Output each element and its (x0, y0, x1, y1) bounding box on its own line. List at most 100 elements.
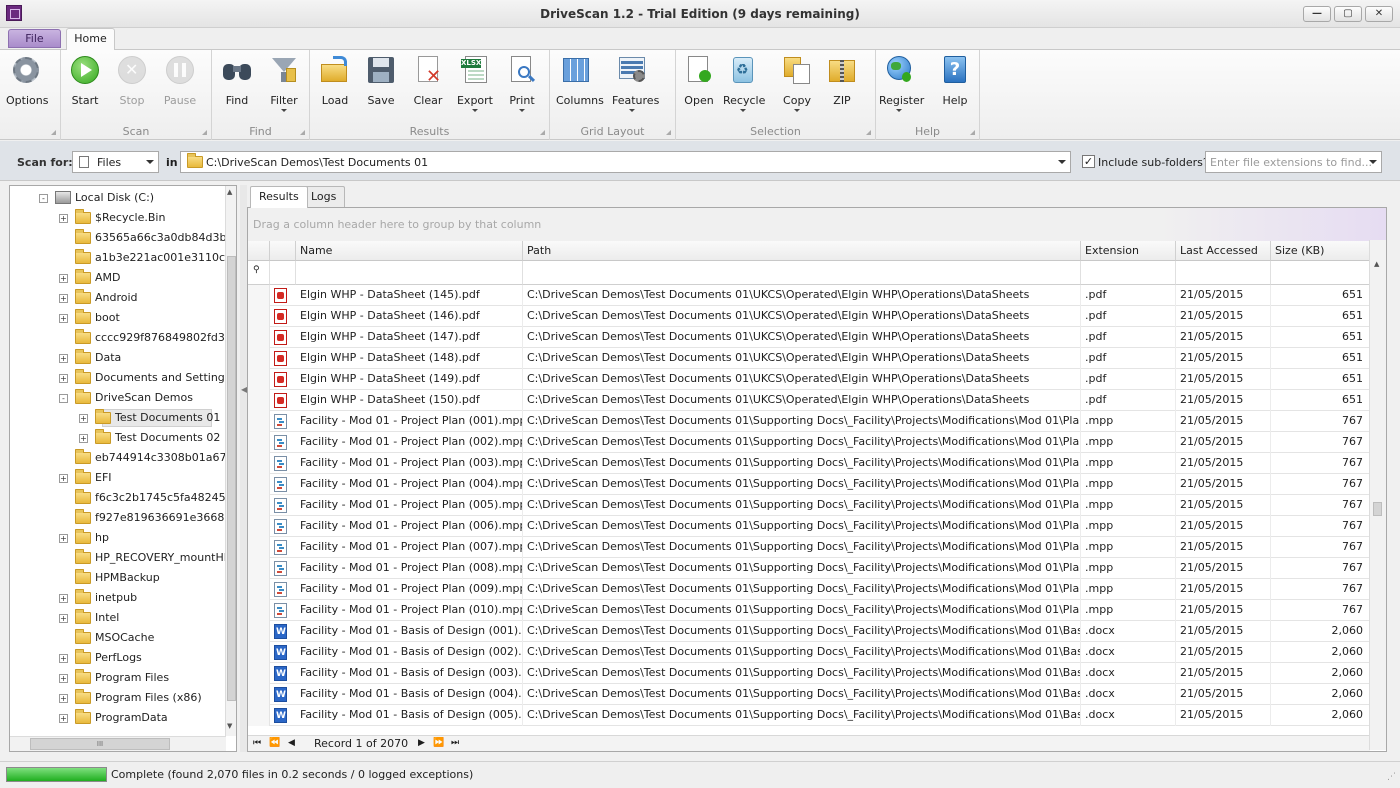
tree-node[interactable]: + hp (10, 528, 236, 548)
row-indicator[interactable] (248, 411, 270, 432)
row-indicator[interactable] (248, 663, 270, 684)
expand-icon[interactable]: + (59, 654, 68, 663)
expand-icon[interactable]: + (79, 434, 88, 443)
save-button[interactable]: Save (361, 54, 401, 107)
row-indicator[interactable] (248, 621, 270, 642)
row-indicator[interactable] (248, 327, 270, 348)
row-indicator[interactable] (248, 390, 270, 411)
grid-vertical-scrollbar[interactable]: ▲ (1369, 240, 1386, 750)
table-row[interactable]: Facility - Mod 01 - Basis of Design (002… (248, 642, 1370, 663)
tree-node[interactable]: + Program Files (10, 668, 236, 688)
row-indicator[interactable] (248, 453, 270, 474)
expand-icon[interactable]: + (59, 374, 68, 383)
options-button[interactable]: Options (6, 54, 48, 107)
dialog-launcher-icon[interactable] (866, 130, 871, 135)
column-header-last-accessed[interactable]: Last Accessed (1176, 241, 1271, 261)
tree-node[interactable]: + $Recycle.Bin (10, 208, 236, 228)
panel-splitter[interactable]: ◀ (240, 185, 247, 752)
tree-node[interactable]: HP_RECOVERY_mountHPS (10, 548, 236, 568)
table-row[interactable]: Facility - Mod 01 - Basis of Design (003… (248, 663, 1370, 684)
filter-button[interactable]: Filter (264, 54, 304, 112)
collapse-icon[interactable]: - (59, 394, 68, 403)
tree-node[interactable]: + Documents and Settings (10, 368, 236, 388)
tree-node[interactable]: + Intel (10, 608, 236, 628)
dialog-launcher-icon[interactable] (540, 130, 545, 135)
row-indicator[interactable] (248, 642, 270, 663)
tree-node[interactable]: cccc929f876849802fd35ae (10, 328, 236, 348)
export-button[interactable]: XLSX Export (455, 54, 495, 112)
tree-node[interactable]: MSOCache (10, 628, 236, 648)
column-header-path[interactable]: Path (523, 241, 1081, 261)
filter-cell-path[interactable] (523, 261, 1081, 285)
column-header-name[interactable]: Name (296, 241, 523, 261)
include-subfolders-checkbox[interactable]: ✓ (1082, 155, 1095, 168)
open-button[interactable]: Open (679, 54, 719, 107)
expand-icon[interactable]: + (59, 694, 68, 703)
prev-record-icon[interactable]: ◀ (288, 736, 295, 751)
row-indicator[interactable] (248, 474, 270, 495)
tree-node[interactable]: f927e819636691e36688 (10, 508, 236, 528)
scan-type-select[interactable]: Files (72, 151, 159, 173)
expand-icon[interactable]: + (59, 274, 68, 283)
table-row[interactable]: Facility - Mod 01 - Project Plan (002).m… (248, 432, 1370, 453)
tree-node[interactable]: + Data (10, 348, 236, 368)
row-indicator[interactable] (248, 579, 270, 600)
tree-node[interactable]: + inetpub (10, 588, 236, 608)
table-row[interactable]: Elgin WHP - DataSheet (145).pdf C:\DriveS… (248, 285, 1370, 306)
tree-node[interactable]: + Test Documents 02 (10, 428, 236, 448)
stop-button[interactable]: ✕ Stop (112, 54, 152, 107)
tree-node[interactable]: + PerfLogs (10, 648, 236, 668)
row-indicator[interactable] (248, 684, 270, 705)
table-row[interactable]: Elgin WHP - DataSheet (148).pdf C:\DriveS… (248, 348, 1370, 369)
filter-cell-size[interactable] (1271, 261, 1370, 285)
expand-icon[interactable]: + (59, 674, 68, 683)
expand-icon[interactable]: + (59, 294, 68, 303)
column-header-size[interactable]: Size (KB) (1271, 241, 1370, 261)
scroll-thumb[interactable] (227, 256, 236, 701)
group-panel[interactable]: Drag a column header here to group by th… (248, 208, 1386, 241)
row-indicator[interactable] (248, 306, 270, 327)
file-tab[interactable]: File (8, 29, 61, 48)
table-row[interactable]: Facility - Mod 01 - Project Plan (010).m… (248, 600, 1370, 621)
row-indicator[interactable] (248, 705, 270, 726)
load-button[interactable]: Load (315, 54, 355, 107)
collapse-icon[interactable]: - (39, 194, 48, 203)
scroll-thumb[interactable]: III (30, 738, 170, 750)
tree-vertical-scrollbar[interactable]: ▲ ▼ (225, 186, 236, 736)
print-button[interactable]: Print (502, 54, 542, 112)
maximize-button[interactable]: ▢ (1334, 6, 1362, 22)
dialog-launcher-icon[interactable] (666, 130, 671, 135)
row-indicator[interactable] (248, 369, 270, 390)
tree-horizontal-scrollbar[interactable]: III (10, 736, 226, 751)
table-row[interactable]: Facility - Mod 01 - Project Plan (001).m… (248, 411, 1370, 432)
row-indicator[interactable] (248, 537, 270, 558)
features-button[interactable]: Features (612, 54, 659, 112)
tree-node[interactable]: HPMBackup (10, 568, 236, 588)
row-indicator[interactable] (248, 285, 270, 306)
table-row[interactable]: Facility - Mod 01 - Project Plan (005).m… (248, 495, 1370, 516)
columns-button[interactable]: Columns (556, 54, 604, 107)
expand-icon[interactable]: + (59, 474, 68, 483)
table-row[interactable]: Facility - Mod 01 - Basis of Design (005… (248, 705, 1370, 726)
minimize-button[interactable]: — (1303, 6, 1331, 22)
tree-node[interactable]: - Local Disk (C:) (10, 188, 236, 208)
copy-button[interactable]: Copy (777, 54, 817, 112)
path-input[interactable]: C:\DriveScan Demos\Test Documents 01 (180, 151, 1071, 173)
expand-icon[interactable]: + (59, 354, 68, 363)
expand-icon[interactable]: + (79, 414, 88, 423)
row-indicator[interactable] (248, 558, 270, 579)
home-tab[interactable]: Home (66, 28, 115, 50)
tree-node[interactable]: + Test Documents 01 (10, 408, 236, 428)
table-row[interactable]: Facility - Mod 01 - Project Plan (008).m… (248, 558, 1370, 579)
pause-button[interactable]: Pause (160, 54, 200, 107)
expand-icon[interactable]: + (59, 714, 68, 723)
tree-node[interactable]: eb744914c3308b01a679ff (10, 448, 236, 468)
expand-icon[interactable]: + (59, 314, 68, 323)
table-row[interactable]: Facility - Mod 01 - Project Plan (007).m… (248, 537, 1370, 558)
tree-node[interactable]: + boot (10, 308, 236, 328)
row-indicator[interactable] (248, 600, 270, 621)
tree-node[interactable]: - DriveScan Demos (10, 388, 236, 408)
table-row[interactable]: Facility - Mod 01 - Project Plan (006).m… (248, 516, 1370, 537)
dialog-launcher-icon[interactable] (51, 130, 56, 135)
filter-cell[interactable] (270, 261, 296, 285)
